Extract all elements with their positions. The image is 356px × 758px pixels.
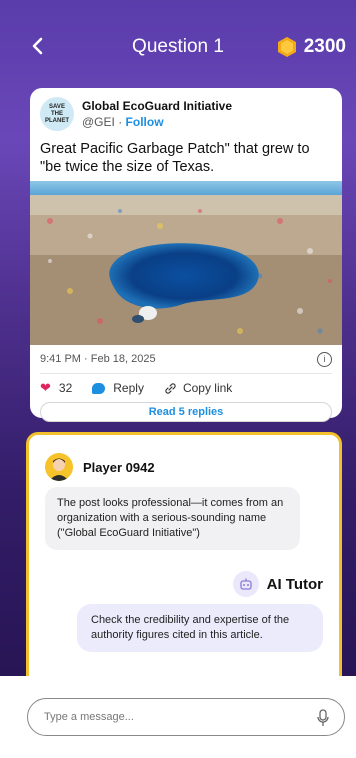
garbage-patch-image <box>30 181 342 345</box>
message-input[interactable] <box>44 708 304 726</box>
info-icon[interactable]: i <box>317 351 332 367</box>
coin-count: 2300 <box>303 36 346 57</box>
account-name[interactable]: Global EcoGuard Initiative <box>82 99 232 113</box>
account-avatar[interactable]: SAVE THE PLANET <box>40 97 74 131</box>
account-handle: @GEI <box>82 115 115 129</box>
tutor-header: AI Tutor <box>232 571 323 597</box>
chat-panel: Player 0942 The post looks professional—… <box>26 432 342 712</box>
tweet-header: SAVE THE PLANET Global EcoGuard Initiati… <box>40 96 332 132</box>
divider <box>40 373 332 374</box>
reply-button[interactable]: Reply <box>92 381 144 395</box>
player-name: Player 0942 <box>83 459 155 475</box>
microphone-icon[interactable] <box>316 709 330 727</box>
tweet-text: Great Pacific Garbage Patch" that grew t… <box>40 141 310 175</box>
tutor-message: Check the credibility and expertise of t… <box>77 604 323 652</box>
player-message: The post looks professional—it comes fro… <box>45 487 300 550</box>
tweet-photo[interactable] <box>30 181 342 345</box>
account-handle-row: @GEI · Follow <box>82 115 164 129</box>
like-count: 32 <box>58 381 73 395</box>
reply-bubble-icon <box>92 382 106 394</box>
person-icon <box>49 458 69 481</box>
message-composer <box>0 676 356 758</box>
top-bar: Question 1 2300 <box>0 30 356 64</box>
message-input-wrapper <box>27 698 345 736</box>
robot-icon <box>232 571 259 597</box>
follow-button[interactable]: Follow <box>126 115 164 129</box>
tweet-actions: ❤ 32 Reply Copy link <box>40 376 332 400</box>
tweet-card: SAVE THE PLANET Global EcoGuard Initiati… <box>30 88 342 422</box>
coin-balance: 2300 <box>276 34 346 60</box>
like-button[interactable]: ❤ 32 <box>40 380 72 396</box>
player-header: Player 0942 <box>45 453 155 481</box>
player-avatar <box>45 453 73 481</box>
tutor-name: AI Tutor <box>266 575 323 593</box>
tweet-timestamp: 9:41 PM · Feb 18, 2025 <box>40 353 156 365</box>
gem-icon <box>277 37 296 57</box>
copy-link-button[interactable]: Copy link <box>164 381 232 395</box>
link-icon <box>165 382 176 394</box>
read-replies-button[interactable]: Read 5 replies <box>40 402 332 422</box>
heart-icon: ❤ <box>40 380 51 395</box>
tweet-meta: 9:41 PM · Feb 18, 2025 i <box>40 350 332 368</box>
